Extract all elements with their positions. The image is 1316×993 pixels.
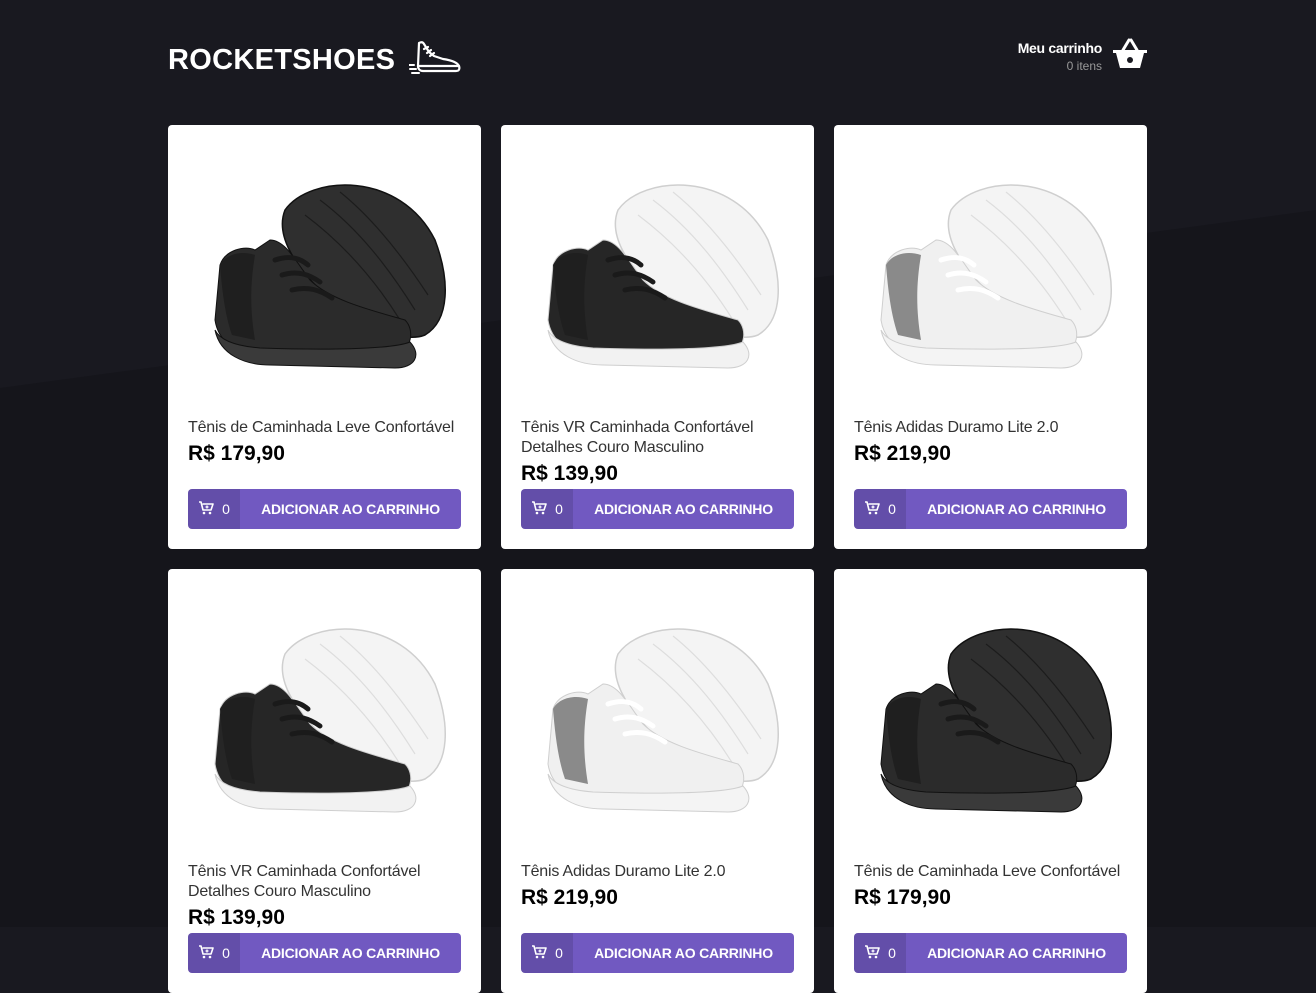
- add-shopping-cart-icon: [531, 500, 547, 518]
- add-shopping-cart-icon: [531, 944, 547, 962]
- header: ROCKETSHOES Meu carrinho 0 itens: [168, 0, 1148, 125]
- product-name: Tênis de Caminhada Leve Confortável: [188, 419, 455, 436]
- cart-amount: 0: [854, 489, 906, 529]
- cart-amount: 0: [854, 933, 906, 973]
- product-name: Tênis VR Caminhada Confortável Detalhes …: [188, 863, 421, 900]
- product-card: Tênis Adidas Duramo Lite 2.0 R$ 219,90 0…: [501, 569, 814, 993]
- product-name: Tênis VR Caminhada Confortável Detalhes …: [521, 419, 754, 456]
- cart-amount: 0: [188, 933, 240, 973]
- cart-link[interactable]: Meu carrinho 0 itens: [1018, 38, 1148, 75]
- logo-text: ROCKETSHOES: [168, 44, 396, 76]
- product-name: Tênis Adidas Duramo Lite 2.0: [854, 419, 1059, 436]
- add-to-cart-label: ADICIONAR AO CARRINHO: [927, 501, 1106, 517]
- add-to-cart-button[interactable]: 0 ADICIONAR AO CARRINHO: [854, 489, 1127, 529]
- cart-amount-value: 0: [555, 501, 563, 517]
- product-name: Tênis de Caminhada Leve Confortável: [854, 863, 1121, 880]
- add-to-cart-button[interactable]: 0 ADICIONAR AO CARRINHO: [188, 489, 461, 529]
- add-shopping-cart-icon: [864, 500, 880, 518]
- product-image: [854, 599, 1127, 839]
- cart-amount-value: 0: [555, 945, 563, 961]
- add-to-cart-button[interactable]: 0 ADICIONAR AO CARRINHO: [188, 933, 461, 973]
- add-shopping-cart-icon: [198, 944, 214, 962]
- product-card: Tênis VR Caminhada Confortável Detalhes …: [168, 569, 481, 993]
- add-to-cart-label: ADICIONAR AO CARRINHO: [594, 501, 773, 517]
- product-image: [521, 599, 794, 839]
- product-price: R$ 139,90: [521, 462, 618, 485]
- product-card: Tênis de Caminhada Leve Confortável R$ 1…: [168, 125, 481, 549]
- add-shopping-cart-icon: [198, 500, 214, 518]
- cart-amount: 0: [521, 489, 573, 529]
- cart-title: Meu carrinho: [1017, 40, 1103, 56]
- running-shoe-icon: [408, 39, 463, 82]
- product-image: [188, 599, 461, 839]
- cart-info: Meu carrinho 0 itens: [1017, 40, 1103, 73]
- product-image: [188, 155, 461, 395]
- product-price: R$ 179,90: [854, 886, 951, 909]
- add-to-cart-label: ADICIONAR AO CARRINHO: [594, 945, 773, 961]
- add-to-cart-button[interactable]: 0 ADICIONAR AO CARRINHO: [521, 489, 794, 529]
- product-list: Tênis de Caminhada Leve Confortável R$ 1…: [168, 125, 1148, 993]
- add-to-cart-button[interactable]: 0 ADICIONAR AO CARRINHO: [521, 933, 794, 973]
- cart-count: 0 itens: [1066, 59, 1102, 73]
- add-shopping-cart-icon: [864, 944, 880, 962]
- product-price: R$ 179,90: [188, 442, 285, 465]
- add-to-cart-button[interactable]: 0 ADICIONAR AO CARRINHO: [854, 933, 1127, 973]
- page-container: ROCKETSHOES Meu carrinho 0 itens Tênis d…: [168, 0, 1148, 993]
- logo[interactable]: ROCKETSHOES: [168, 39, 463, 82]
- cart-amount: 0: [521, 933, 573, 973]
- cart-amount: 0: [188, 489, 240, 529]
- add-to-cart-label: ADICIONAR AO CARRINHO: [261, 501, 440, 517]
- cart-amount-value: 0: [222, 501, 230, 517]
- cart-amount-value: 0: [888, 945, 896, 961]
- product-image: [854, 155, 1127, 395]
- add-to-cart-label: ADICIONAR AO CARRINHO: [927, 945, 1106, 961]
- product-price: R$ 139,90: [188, 906, 285, 929]
- cart-amount-value: 0: [888, 501, 896, 517]
- product-price: R$ 219,90: [521, 886, 618, 909]
- product-price: R$ 219,90: [854, 442, 951, 465]
- product-card: Tênis VR Caminhada Confortável Detalhes …: [501, 125, 814, 549]
- cart-amount-value: 0: [222, 945, 230, 961]
- shopping-basket-icon: [1112, 38, 1148, 75]
- product-card: Tênis Adidas Duramo Lite 2.0 R$ 219,90 0…: [834, 125, 1147, 549]
- product-image: [521, 155, 794, 395]
- product-card: Tênis de Caminhada Leve Confortável R$ 1…: [834, 569, 1147, 993]
- product-name: Tênis Adidas Duramo Lite 2.0: [521, 863, 726, 880]
- add-to-cart-label: ADICIONAR AO CARRINHO: [261, 945, 440, 961]
